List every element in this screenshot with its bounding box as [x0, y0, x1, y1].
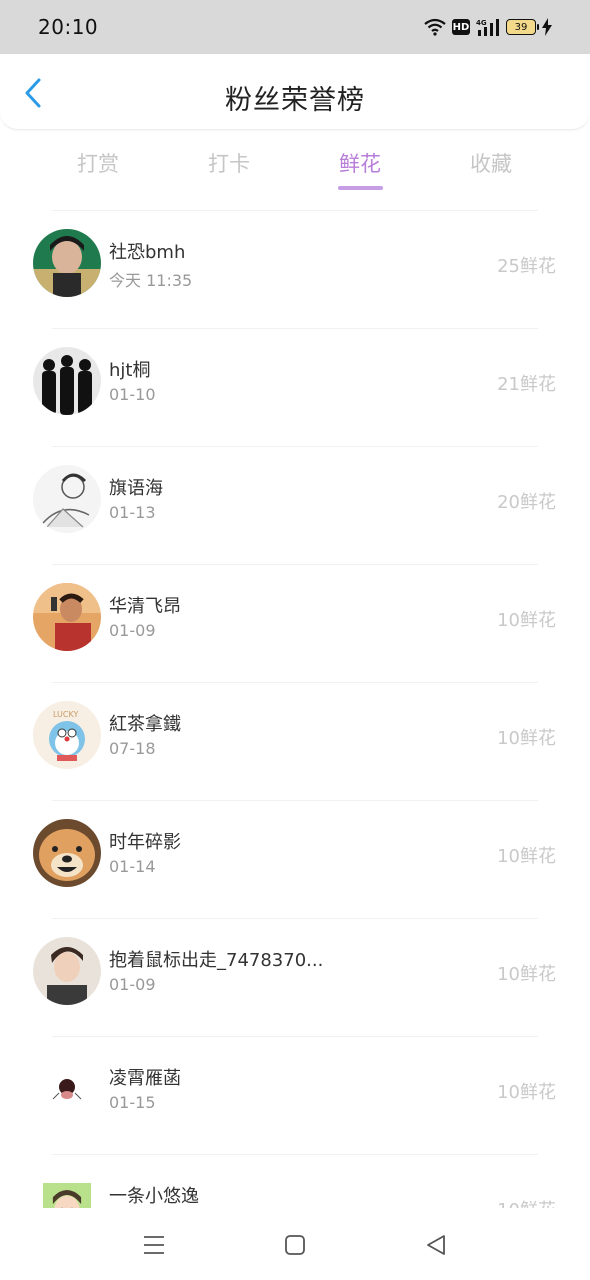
fan-date: 07-18	[109, 739, 156, 758]
status-time: 20:10	[38, 15, 99, 39]
list-item[interactable]: 华清飞昂 01-09 10鲜花	[33, 564, 556, 682]
flower-count: 10鲜花	[497, 964, 556, 985]
tab-checkin[interactable]: 打卡	[179, 148, 279, 178]
menu-button[interactable]	[139, 1230, 169, 1260]
fan-date: 01-09	[109, 621, 156, 640]
list-item[interactable]: 凌霄雁菡 01-15 10鲜花	[33, 1036, 556, 1154]
avatar[interactable]	[33, 1055, 101, 1123]
list-item[interactable]: 旗语海 01-13 20鲜花	[33, 446, 556, 564]
tab-bar: 打赏 打卡 鲜花 收藏	[0, 140, 590, 196]
list-item[interactable]: 社恐bmh 今天 11:35 25鲜花	[33, 210, 556, 328]
flower-count: 10鲜花	[497, 846, 556, 867]
battery-level: 39	[514, 21, 528, 33]
avatar[interactable]: LUCKY	[33, 701, 101, 769]
fan-name: 凌霄雁菡	[109, 1068, 181, 1089]
flower-count: 10鲜花	[497, 728, 556, 749]
tab-reward[interactable]: 打赏	[48, 148, 148, 178]
fan-name: 抱着鼠标出走_7478370...	[109, 950, 324, 971]
svg-text:LUCKY: LUCKY	[53, 710, 78, 719]
avatar[interactable]	[33, 583, 101, 651]
fan-date: 01-14	[109, 857, 156, 876]
fan-name: 社恐bmh	[109, 242, 186, 263]
system-nav-bar	[0, 1208, 590, 1280]
fan-ranking-list: 社恐bmh 今天 11:35 25鲜花 hjt桐 01-10 21鲜花 旗语海 …	[0, 210, 590, 1210]
flower-count: 21鲜花	[497, 374, 556, 395]
avatar[interactable]	[33, 819, 101, 887]
menu-icon	[144, 1236, 164, 1254]
page-title: 粉丝荣誉榜	[225, 85, 365, 116]
fan-name: 一条小悠逸	[109, 1186, 199, 1207]
back-nav-button[interactable]	[421, 1230, 451, 1260]
tab-flowers[interactable]: 鲜花	[310, 148, 410, 178]
fan-name: hjt桐	[109, 360, 151, 381]
list-item[interactable]: hjt桐 01-10 21鲜花	[33, 328, 556, 446]
list-item[interactable]: LUCKY 紅茶拿鐵 07-18 10鲜花	[33, 682, 556, 800]
charging-icon	[542, 18, 552, 36]
tab-favorites[interactable]: 收藏	[441, 148, 541, 178]
fan-name: 紅茶拿鐵	[109, 714, 181, 735]
flower-count: 20鲜花	[497, 492, 556, 513]
fan-date: 01-15	[109, 1093, 156, 1112]
list-item[interactable]: 一条小悠逸 10鲜花	[43, 1154, 556, 1210]
avatar[interactable]	[33, 465, 101, 533]
home-square-icon	[285, 1235, 305, 1255]
nav-header: 粉丝荣誉榜	[0, 54, 590, 130]
flower-count: 10鲜花	[497, 610, 556, 631]
fan-date: 今天 11:35	[109, 271, 193, 290]
fan-name: 时年碎影	[109, 832, 181, 853]
avatar[interactable]	[43, 1183, 91, 1210]
status-icons: HD 4G 39	[424, 18, 552, 36]
list-item[interactable]: 时年碎影 01-14 10鲜花	[33, 800, 556, 918]
hd-icon: HD	[452, 19, 470, 35]
active-tab-indicator	[338, 186, 383, 190]
avatar[interactable]	[33, 937, 101, 1005]
battery-icon: 39	[506, 19, 539, 35]
fan-name: 华清飞昂	[109, 596, 181, 617]
fan-date: 01-09	[109, 975, 156, 994]
svg-text:4G: 4G	[476, 19, 487, 27]
fan-name: 旗语海	[109, 478, 163, 499]
avatar[interactable]	[33, 347, 101, 415]
home-button[interactable]	[280, 1230, 310, 1260]
status-bar: 20:10 HD 4G 39	[0, 0, 590, 54]
flower-count: 10鲜花	[497, 1082, 556, 1103]
triangle-back-icon	[427, 1235, 445, 1255]
list-item[interactable]: 抱着鼠标出走_7478370... 01-09 10鲜花	[33, 918, 556, 1036]
flower-count: 25鲜花	[497, 256, 556, 277]
avatar[interactable]	[33, 229, 101, 297]
fan-date: 01-13	[109, 503, 156, 522]
fan-date: 01-10	[109, 385, 156, 404]
signal-icon: 4G	[476, 19, 499, 36]
wifi-icon	[424, 18, 446, 36]
